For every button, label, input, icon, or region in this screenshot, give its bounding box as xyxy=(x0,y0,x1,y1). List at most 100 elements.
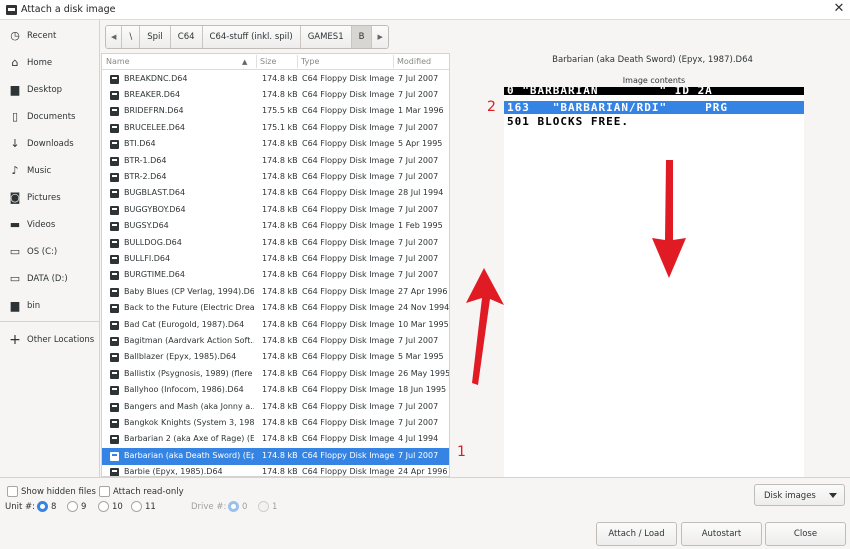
file-row[interactable]: Barbie (Epyx, 1985).D64 174.8 kB C64 Flopp… xyxy=(102,465,449,477)
path-segment-root[interactable]: \ xyxy=(122,26,141,48)
file-list[interactable]: Name ▲ Size Type Modified BREAKDNC.D64 17… xyxy=(101,53,450,477)
show-hidden-checkbox[interactable] xyxy=(7,486,18,497)
file-row[interactable]: BULLDOG.D64 174.8 kB C64 Floppy Disk Image… xyxy=(102,235,449,251)
sidebar-item-pictures[interactable]: ◙ Pictures xyxy=(0,187,100,209)
disk-image-icon xyxy=(110,386,119,396)
folder-icon: ▆ xyxy=(10,299,20,312)
path-segment-spil[interactable]: Spil xyxy=(140,26,171,48)
file-type: C64 Floppy Disk Image xyxy=(302,122,394,132)
file-name: Barbarian 2 (aka Axe of Rage) (E... xyxy=(124,434,254,444)
column-header-name[interactable]: Name xyxy=(106,57,130,66)
file-row[interactable]: BTI.D64 174.8 kB C64 Floppy Disk Image 5 Ap… xyxy=(102,137,449,153)
close-button[interactable]: Close xyxy=(765,522,846,546)
unit-8-radio[interactable] xyxy=(37,501,48,512)
unit-8-label: 8 xyxy=(51,502,57,512)
disk-image-icon xyxy=(110,189,119,199)
file-row[interactable]: BUGBLAST.D64 174.8 kB C64 Floppy Disk Imag… xyxy=(102,186,449,202)
file-row[interactable]: Bad Cat (Eurogold, 1987).D64 174.8 kB C64 … xyxy=(102,317,449,333)
path-segment-c64[interactable]: C64 xyxy=(170,26,203,48)
sidebar-item-desktop[interactable]: ▆ Desktop xyxy=(0,79,100,101)
column-divider xyxy=(297,55,298,68)
title-bar: Attach a disk image ✕ xyxy=(0,0,850,20)
file-size: 174.8 kB xyxy=(262,270,298,280)
annotation-2: 2 xyxy=(487,99,496,115)
path-back-button[interactable]: ◀ xyxy=(106,26,123,48)
disk-image-icon xyxy=(110,254,119,264)
disk-image-icon xyxy=(110,172,119,182)
file-modified: 7 Jul 2007 xyxy=(398,204,439,214)
file-name: BTR-2.D64 xyxy=(124,171,167,181)
unit-9-radio[interactable] xyxy=(67,501,78,512)
file-row[interactable]: Back to the Future (Electric Drea... 174.… xyxy=(102,301,449,317)
sidebar-item-music[interactable]: ♪ Music xyxy=(0,160,100,182)
path-segment-c64-stuff[interactable]: C64-stuff (inkl. spil) xyxy=(202,26,301,48)
file-modified: 7 Jul 2007 xyxy=(398,171,439,181)
file-name: BUGGYBOY.D64 xyxy=(124,204,186,214)
file-type: C64 Floppy Disk Image xyxy=(302,237,394,247)
file-name: BRIDEFRN.D64 xyxy=(124,106,184,116)
file-modified: 26 May 1995 xyxy=(398,368,450,378)
file-size: 174.8 kB xyxy=(262,73,298,83)
close-icon[interactable]: ✕ xyxy=(832,2,846,16)
sidebar-item-home[interactable]: ⌂ Home xyxy=(0,52,100,74)
sidebar-item-videos[interactable]: ▬ Videos xyxy=(0,214,100,236)
file-name: BRUCELEE.D64 xyxy=(124,122,185,132)
disk-icon: ▭ xyxy=(9,245,21,258)
attach-load-button[interactable]: Attach / Load xyxy=(596,522,677,546)
sidebar-item-documents[interactable]: ▯ Documents xyxy=(0,106,100,128)
file-row[interactable]: Bangkok Knights (System 3, 198... 174.8 k… xyxy=(102,415,449,431)
file-row[interactable]: BRIDEFRN.D64 175.5 kB C64 Floppy Disk Imag… xyxy=(102,104,449,120)
sidebar-item-data-d[interactable]: ▭ DATA (D:) xyxy=(0,268,100,290)
places-sidebar: ◷ Recent ⌂ Home ▆ Desktop ▯ Documents ↓ … xyxy=(0,20,100,477)
file-row[interactable]: BREAKDNC.D64 174.8 kB C64 Floppy Disk Imag… xyxy=(102,71,449,87)
file-modified: 7 Jul 2007 xyxy=(398,89,439,99)
file-modified: 7 Jul 2007 xyxy=(398,270,439,280)
file-type: C64 Floppy Disk Image xyxy=(302,450,394,460)
file-row[interactable]: Bangers and Mash (aka Jonny a... 174.8 kB… xyxy=(102,399,449,415)
home-icon: ⌂ xyxy=(11,56,19,69)
file-row[interactable]: Ballblazer (Epyx, 1985).D64 174.8 kB C64 F… xyxy=(102,350,449,366)
file-row[interactable]: Barbarian 2 (aka Axe of Rage) (E... 174.8… xyxy=(102,432,449,448)
sidebar-item-label: Desktop xyxy=(27,85,63,95)
file-row[interactable]: BULLFI.D64 174.8 kB C64 Floppy Disk Image 7… xyxy=(102,251,449,267)
sidebar-item-recent[interactable]: ◷ Recent xyxy=(0,25,100,47)
file-row[interactable]: BREAKER.D64 174.8 kB C64 Floppy Disk Image… xyxy=(102,87,449,103)
file-type: C64 Floppy Disk Image xyxy=(302,204,394,214)
path-forward-button[interactable]: ▶ xyxy=(372,26,388,48)
file-row[interactable]: Bagitman (Aardvark Action Soft... 174.8 k… xyxy=(102,333,449,349)
column-header-modified[interactable]: Modified xyxy=(397,57,431,66)
sidebar-item-downloads[interactable]: ↓ Downloads xyxy=(0,133,100,155)
file-size: 174.8 kB xyxy=(262,319,298,329)
column-header-type[interactable]: Type xyxy=(301,57,319,66)
file-type: C64 Floppy Disk Image xyxy=(302,171,394,181)
drive-1-radio[interactable] xyxy=(258,501,269,512)
drive-0-radio[interactable] xyxy=(228,501,239,512)
unit-11-radio[interactable] xyxy=(131,501,142,512)
file-row[interactable]: Ballistix (Psygnosis, 1989) (flere s... 1… xyxy=(102,366,450,382)
file-filter-dropdown[interactable]: Disk images xyxy=(754,484,845,506)
path-segment-b[interactable]: B xyxy=(351,26,373,48)
sidebar-item-os-c[interactable]: ▭ OS (C:) xyxy=(0,241,100,263)
file-row[interactable]: BTR-1.D64 174.8 kB C64 Floppy Disk Image 7 … xyxy=(102,153,449,169)
read-only-checkbox[interactable] xyxy=(99,486,110,497)
file-name: Bangkok Knights (System 3, 198... xyxy=(124,417,254,427)
file-row[interactable]: BUGGYBOY.D64 174.8 kB C64 Floppy Disk Imag… xyxy=(102,202,449,218)
path-segment-games1[interactable]: GAMES1 xyxy=(300,26,352,48)
file-row[interactable]: BUGSY.D64 174.8 kB C64 Floppy Disk Image 1 … xyxy=(102,219,449,235)
file-row[interactable]: BRUCELEE.D64 175.1 kB C64 Floppy Disk Imag… xyxy=(102,120,449,136)
sidebar-item-bin[interactable]: ▆ bin xyxy=(0,295,100,317)
autostart-button[interactable]: Autostart xyxy=(681,522,762,546)
sidebar-item-label: Videos xyxy=(27,220,56,230)
sidebar-item-other-locations[interactable]: + Other Locations xyxy=(0,329,100,351)
file-row[interactable]: Baby Blues (CP Verlag, 1994).D64 174.8 kB… xyxy=(102,284,449,300)
file-row[interactable]: BURGTIME.D64 174.8 kB C64 Floppy Disk Imag… xyxy=(102,268,449,284)
plus-icon: + xyxy=(9,332,21,348)
directory-entry-selected[interactable]: 163 "BARBARIAN/RDI" PRG xyxy=(504,101,804,114)
column-header-size[interactable]: Size xyxy=(260,57,276,66)
file-size: 174.8 kB xyxy=(262,467,298,477)
file-row-selected[interactable]: Barbarian (aka Death Sword) (Ep... 174.8 … xyxy=(102,448,449,465)
file-row[interactable]: BTR-2.D64 174.8 kB C64 Floppy Disk Image 7 … xyxy=(102,169,449,185)
file-modified: 10 Mar 1995 xyxy=(398,319,449,329)
unit-10-radio[interactable] xyxy=(98,501,109,512)
file-row[interactable]: Ballyhoo (Infocom, 1986).D64 174.8 kB C64 … xyxy=(102,383,449,399)
